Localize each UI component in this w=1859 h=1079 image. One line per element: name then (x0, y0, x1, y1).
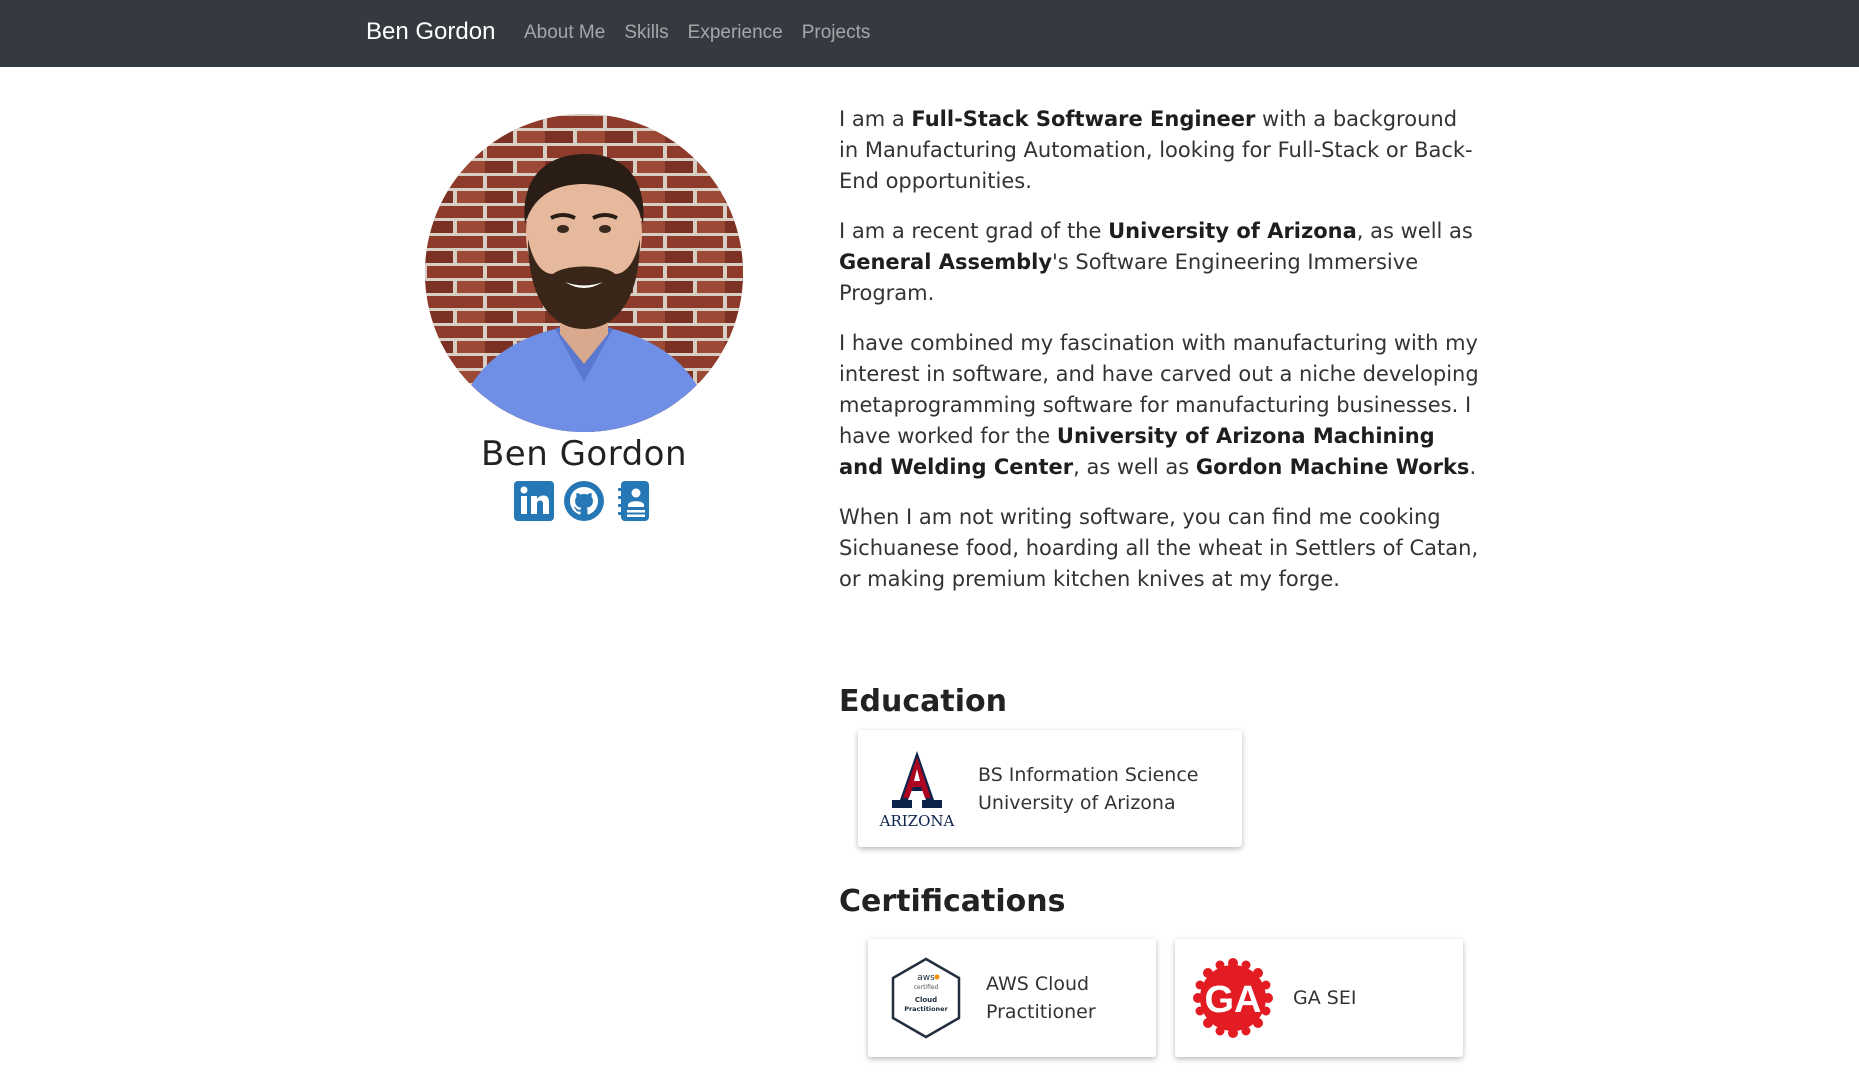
about-paragraph-1: I am a Full-Stack Software Engineer with… (839, 107, 1473, 193)
svg-text:ARIZONA: ARIZONA (879, 812, 955, 830)
svg-text:certified: certified (914, 984, 939, 991)
nav-link-projects[interactable]: Projects (802, 22, 871, 44)
nav-link-about[interactable]: About Me (524, 22, 605, 44)
about-section: I am a Full-Stack Software Engineer with… (839, 104, 1479, 614)
ga-cert-text: GA SEI (1293, 984, 1356, 1012)
about-paragraph-4: When I am not writing software, you can … (839, 505, 1479, 591)
education-degree: BS Information Science (978, 763, 1199, 786)
avatar (425, 114, 743, 432)
arizona-logo-icon: ARIZONA (879, 750, 955, 830)
aws-cert-text: AWS Cloud Practitioner (986, 970, 1096, 1026)
cert-card-aws: aws certified Cloud Practitioner AWS Clo… (868, 939, 1156, 1057)
education-card-text: BS Information Science University of Ari… (978, 761, 1198, 817)
aws-badge-icon: aws certified Cloud Practitioner (891, 957, 961, 1039)
about-paragraph-3: I have combined my fascination with manu… (839, 331, 1479, 479)
about-paragraph-2: I am a recent grad of the University of … (839, 219, 1473, 305)
aws-cert-line-2: Practitioner (986, 1001, 1096, 1023)
education-heading: Education (839, 684, 1007, 719)
nav-link-experience[interactable]: Experience (688, 22, 783, 44)
profile-panel: Ben Gordon (425, 114, 743, 522)
nav-link-skills[interactable]: Skills (624, 22, 668, 44)
ga-cert-line-1: GA SEI (1293, 987, 1357, 1009)
education-school: University of Arizona (978, 791, 1176, 814)
avatar-photo (425, 114, 743, 432)
profile-name: Ben Gordon (480, 434, 688, 474)
nav-links: About Me Skills Experience Projects (524, 22, 889, 44)
certifications-heading: Certifications (839, 884, 1066, 919)
svg-text:aws: aws (917, 973, 935, 983)
ga-logo-icon: GA (1193, 958, 1273, 1038)
navbar: Ben Gordon About Me Skills Experience Pr… (0, 0, 1859, 67)
svg-text:Practitioner: Practitioner (904, 1005, 948, 1013)
github-icon[interactable] (563, 480, 605, 522)
linkedin-icon[interactable] (513, 480, 555, 522)
aws-cert-line-1: AWS Cloud (986, 973, 1090, 995)
svg-text:GA: GA (1205, 979, 1262, 1021)
navbar-brand[interactable]: Ben Gordon (366, 18, 495, 46)
education-card: ARIZONA BS Information Science Universit… (858, 730, 1242, 847)
resume-icon[interactable] (613, 480, 655, 522)
svg-text:Cloud: Cloud (915, 996, 937, 1004)
cert-card-ga: GA GA SEI (1175, 939, 1463, 1057)
social-links (425, 480, 743, 522)
